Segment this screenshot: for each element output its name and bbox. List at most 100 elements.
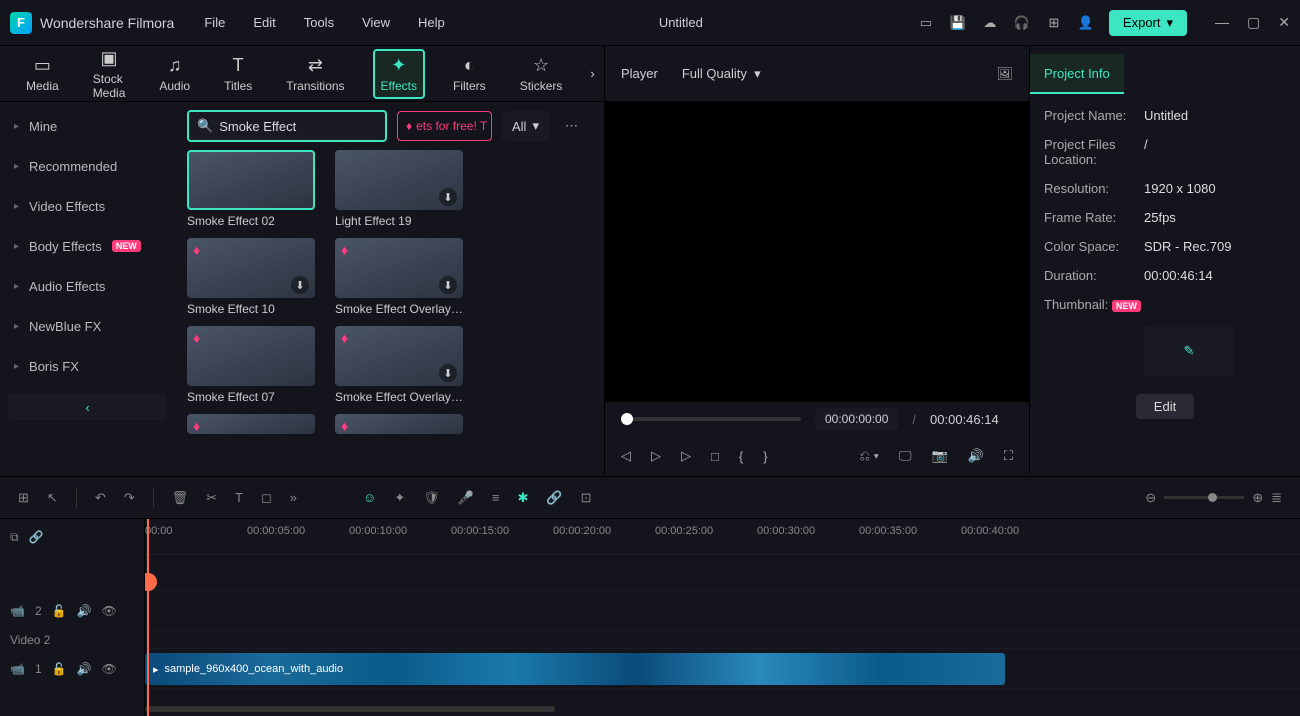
more-tools-icon[interactable]: » <box>290 490 297 505</box>
text-icon[interactable]: T <box>235 490 243 505</box>
effect-thumb[interactable]: ♦Smoke Effect 07 <box>187 326 315 404</box>
track-header-video1[interactable]: 📹1 🔓 🔊 👁 <box>0 649 144 689</box>
tab-effects[interactable]: ✦Effects <box>373 49 425 99</box>
cursor-icon[interactable]: ↖ <box>47 490 58 506</box>
prev-icon[interactable]: ◁ <box>621 448 631 464</box>
maximize-button[interactable]: ▢ <box>1247 14 1260 31</box>
mute-icon[interactable]: 🔊 <box>77 662 92 676</box>
display-icon[interactable]: 🖵 <box>899 448 912 464</box>
mic-icon[interactable]: 🎤 <box>458 490 474 506</box>
effect-thumb[interactable]: ♦ <box>187 414 315 434</box>
grid-icon[interactable]: ⊞ <box>18 490 29 506</box>
menu-tools[interactable]: Tools <box>304 15 334 30</box>
cut-icon[interactable]: ✂ <box>206 490 217 506</box>
track-video2[interactable] <box>145 591 1300 631</box>
download-icon[interactable]: ⬇ <box>439 364 457 382</box>
marker-icon[interactable]: ✱ <box>518 490 529 506</box>
search-field[interactable] <box>219 119 377 134</box>
minimize-button[interactable]: — <box>1215 14 1229 31</box>
step-fwd-icon[interactable]: ▷ <box>681 448 691 464</box>
track-video1[interactable]: ▸ sample_960x400_ocean_with_audio <box>145 649 1300 689</box>
mark-out-icon[interactable]: } <box>763 449 767 464</box>
camera-icon[interactable]: 📷 <box>932 448 948 464</box>
effect-thumb[interactable]: Smoke Effect 02 <box>187 150 315 228</box>
scrub-bar[interactable] <box>621 417 801 421</box>
play-icon[interactable]: ▷ <box>651 448 661 464</box>
tab-media[interactable]: ▭Media <box>20 51 65 97</box>
tab-stock-media[interactable]: ▣Stock Media <box>87 44 132 104</box>
download-icon[interactable]: ⬇ <box>291 276 309 294</box>
project-info-tab[interactable]: Project Info <box>1030 54 1124 94</box>
lock-icon[interactable]: 🔓 <box>52 662 67 676</box>
zoom-fit-icon[interactable]: ≣ <box>1271 490 1282 506</box>
search-input[interactable]: 🔍 <box>187 110 387 142</box>
thumbnail-preview[interactable]: ✎ <box>1144 326 1234 376</box>
sidebar-item-newblue-fx[interactable]: ▸NewBlue FX <box>0 306 175 346</box>
player-viewport[interactable] <box>605 102 1029 402</box>
eye-icon[interactable]: 👁 <box>102 604 117 618</box>
filter-dropdown[interactable]: All▾ <box>502 111 549 141</box>
compare-icon[interactable]: ⎌ ▾ <box>859 448 878 464</box>
cloud-icon[interactable]: ☁ <box>981 14 999 32</box>
sidebar-collapse-button[interactable]: ‹ <box>8 394 167 420</box>
timeline-clip[interactable]: ▸ sample_960x400_ocean_with_audio <box>145 653 1005 685</box>
menu-view[interactable]: View <box>362 15 390 30</box>
sidebar-item-recommended[interactable]: ▸Recommended <box>0 146 175 186</box>
stop-icon[interactable]: □ <box>711 449 719 464</box>
effect-thumb[interactable]: ♦⬇Smoke Effect Overlays... <box>335 238 463 316</box>
effect-thumb[interactable]: ⬇Light Effect 19 <box>335 150 463 228</box>
monitor-icon[interactable]: ▭ <box>917 14 935 32</box>
link-icon[interactable]: 🔗 <box>546 490 562 506</box>
tabs-overflow-icon[interactable]: › <box>590 66 594 81</box>
effect-thumb[interactable]: ♦⬇Smoke Effect Overlays... <box>335 326 463 404</box>
timeline-ruler[interactable]: 00:0000:00:05:0000:00:10:0000:00:15:0000… <box>145 519 1300 555</box>
sidebar-item-mine[interactable]: ▸Mine <box>0 106 175 146</box>
close-button[interactable]: ✕ <box>1278 14 1290 31</box>
expand-icon[interactable]: ⊡ <box>581 490 592 506</box>
zoom-in-icon[interactable]: ⊕ <box>1252 490 1263 506</box>
timeline-scrollbar[interactable] <box>145 706 1300 714</box>
export-button[interactable]: Export▾ <box>1109 10 1187 36</box>
fullscreen-icon[interactable]: ⛶ <box>1004 448 1013 464</box>
quality-dropdown[interactable]: Full Quality ▾ <box>674 62 791 86</box>
track-header-video2[interactable]: 📹2 🔓 🔊 👁 <box>0 591 144 631</box>
save-icon[interactable]: 💾 <box>949 14 967 32</box>
download-icon[interactable]: ⬇ <box>439 276 457 294</box>
tab-filters[interactable]: ◐Filters <box>447 51 492 97</box>
tab-titles[interactable]: TTitles <box>218 51 258 97</box>
sidebar-item-boris-fx[interactable]: ▸Boris FX <box>0 346 175 386</box>
playhead[interactable] <box>147 519 149 716</box>
sparkle-icon[interactable]: ✦ <box>394 490 405 506</box>
snapshot-icon[interactable]: 🖼 <box>996 66 1013 82</box>
menu-file[interactable]: File <box>204 15 225 30</box>
headset-icon[interactable]: 🎧 <box>1013 14 1031 32</box>
account-icon[interactable]: 👤 <box>1077 14 1095 32</box>
mute-icon[interactable]: 🔊 <box>77 604 92 618</box>
subtitle-icon[interactable]: ≡ <box>492 490 500 505</box>
link-toggle-icon[interactable]: 🔗 <box>29 530 44 544</box>
lock-icon[interactable]: 🔓 <box>52 604 67 618</box>
apps-icon[interactable]: ⊞ <box>1045 14 1063 32</box>
download-icon[interactable]: ⬇ <box>439 188 457 206</box>
undo-icon[interactable]: ↶ <box>95 490 106 506</box>
delete-icon[interactable]: 🗑 <box>172 490 189 506</box>
eye-icon[interactable]: 👁 <box>102 662 117 676</box>
tab-stickers[interactable]: ☆Stickers <box>514 51 569 97</box>
zoom-slider[interactable] <box>1164 496 1244 499</box>
edit-button[interactable]: Edit <box>1136 394 1194 419</box>
sidebar-item-audio-effects[interactable]: ▸Audio Effects <box>0 266 175 306</box>
volume-icon[interactable]: 🔊 <box>968 448 984 464</box>
effect-thumb[interactable]: ♦⬇Smoke Effect 10 <box>187 238 315 316</box>
promo-button[interactable]: ♦ets for free! T <box>397 111 492 141</box>
scrub-knob[interactable] <box>621 413 633 425</box>
tab-audio[interactable]: ♫Audio <box>153 51 196 97</box>
mark-in-icon[interactable]: { <box>739 449 743 464</box>
tab-transitions[interactable]: ⇄Transitions <box>280 51 350 97</box>
match-cut-icon[interactable]: ⧉ <box>10 530 19 545</box>
more-options-button[interactable]: ⋯ <box>559 118 584 134</box>
menu-edit[interactable]: Edit <box>253 15 275 30</box>
zoom-out-icon[interactable]: ⊖ <box>1145 490 1156 506</box>
sidebar-item-body-effects[interactable]: ▸Body EffectsNEW <box>0 226 175 266</box>
redo-icon[interactable]: ↷ <box>124 490 135 506</box>
menu-help[interactable]: Help <box>418 15 445 30</box>
